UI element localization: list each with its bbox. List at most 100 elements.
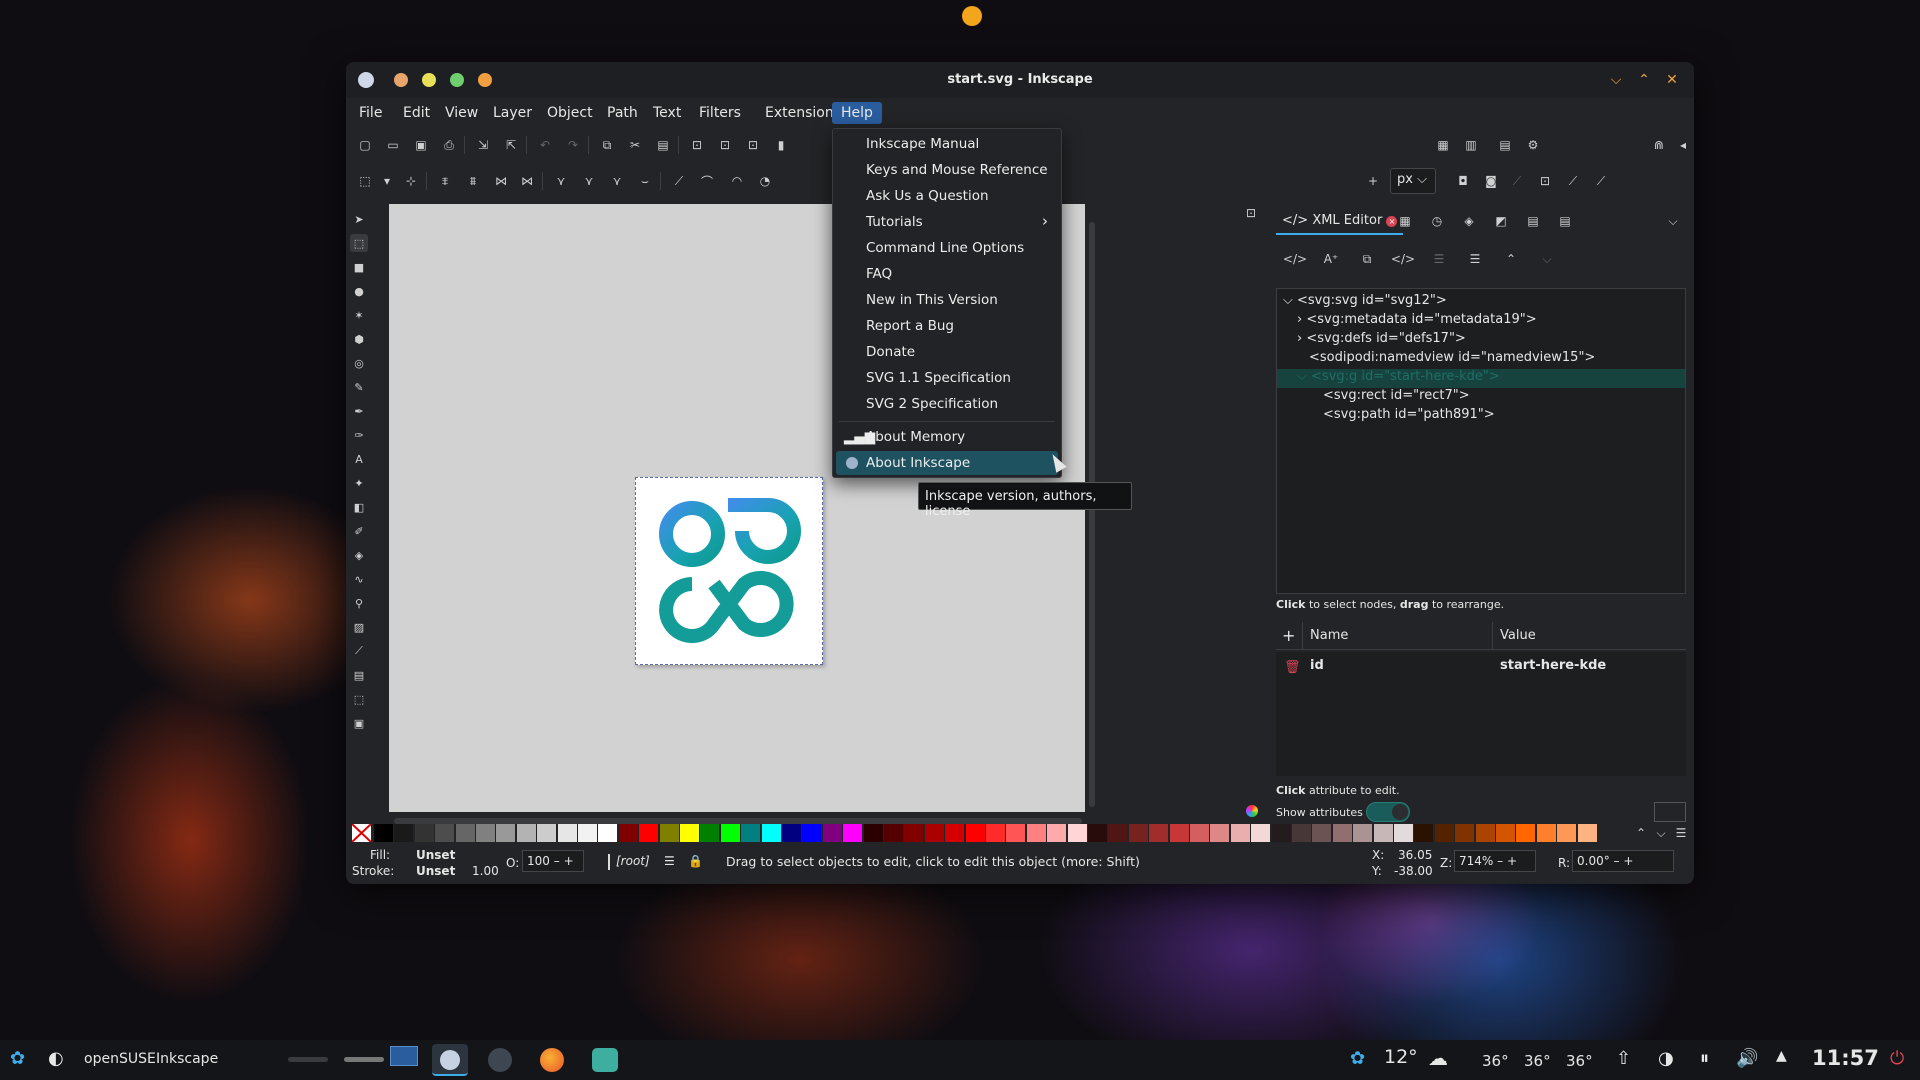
- media-pause-icon[interactable]: ⏸: [1700, 1048, 1709, 1069]
- delete-segment-icon[interactable]: ⋈: [518, 172, 536, 190]
- color-swatch[interactable]: [659, 824, 679, 842]
- color-swatch[interactable]: [1516, 824, 1536, 842]
- menu-item-svg2-spec[interactable]: SVG 2 Specification: [836, 392, 1058, 416]
- color-swatch[interactable]: [1353, 824, 1373, 842]
- color-swatch[interactable]: [476, 824, 495, 842]
- paint-tab-icon[interactable]: ◈: [1460, 212, 1478, 230]
- gradient-tool-icon[interactable]: ▨: [350, 618, 368, 636]
- menu-item-keys-mouse-reference[interactable]: Keys and Mouse Reference: [836, 158, 1058, 182]
- join-segment-icon[interactable]: ⋈: [492, 172, 510, 190]
- minus-icon[interactable]: –: [554, 854, 560, 868]
- color-swatch[interactable]: [1251, 824, 1271, 842]
- cpu-temp-2[interactable]: 36°: [1524, 1052, 1551, 1070]
- pager-desktop-2[interactable]: [344, 1057, 384, 1062]
- lower-node-icon[interactable]: ⌵: [1538, 250, 1556, 268]
- minus-icon[interactable]: –: [1497, 854, 1503, 868]
- clipping-icon[interactable]: ⊡: [1536, 172, 1554, 190]
- updates-icon[interactable]: ⇧: [1616, 1048, 1631, 1069]
- color-swatch[interactable]: [1332, 824, 1352, 842]
- redo-icon[interactable]: ↷: [564, 136, 582, 154]
- color-swatch[interactable]: [945, 824, 965, 842]
- curve-segment-icon[interactable]: ⌒: [698, 172, 716, 190]
- kde-logo-icon[interactable]: [636, 478, 822, 664]
- menu-path[interactable]: Path: [598, 102, 647, 124]
- box3d-tool-icon[interactable]: ⬢: [350, 330, 368, 348]
- color-swatch[interactable]: [680, 824, 699, 842]
- color-management-icon[interactable]: [1246, 805, 1258, 817]
- layers-icon[interactable]: ▤: [1496, 136, 1514, 154]
- preferences-icon[interactable]: ⚙: [1524, 136, 1542, 154]
- cusp-node-icon[interactable]: ⋎: [552, 172, 570, 190]
- edit-clip-icon[interactable]: ⟋: [1564, 172, 1582, 190]
- color-swatch[interactable]: [1434, 824, 1454, 842]
- color-swatch[interactable]: [1128, 824, 1148, 842]
- raise-node-icon[interactable]: ⌃: [1502, 250, 1520, 268]
- color-swatch[interactable]: [700, 824, 720, 842]
- objects-tab-icon[interactable]: ▤: [1524, 212, 1542, 230]
- menu-item-donate[interactable]: Donate: [836, 340, 1058, 364]
- menu-item-inkscape-manual[interactable]: Inkscape Manual: [836, 132, 1058, 156]
- page[interactable]: [635, 477, 823, 665]
- menu-object[interactable]: Object: [538, 102, 602, 124]
- tree-row[interactable]: <svg:path id="path891">: [1277, 407, 1685, 426]
- color-swatch[interactable]: [1149, 824, 1169, 842]
- color-swatch[interactable]: [1006, 824, 1026, 842]
- color-swatch[interactable]: [1271, 824, 1291, 842]
- chevron-down-icon[interactable]: ⌵: [1664, 212, 1682, 230]
- path-outline-icon[interactable]: ⟋: [1508, 172, 1526, 190]
- color-swatch[interactable]: [1067, 824, 1087, 842]
- line-segment-icon[interactable]: ⟋: [670, 172, 688, 190]
- attribute-name[interactable]: id: [1310, 658, 1324, 673]
- join-nodes-icon[interactable]: ⩨: [436, 172, 454, 190]
- menu-item-command-line-options[interactable]: Command Line Options: [836, 236, 1058, 260]
- print-icon[interactable]: ⎙: [440, 136, 458, 154]
- color-swatch[interactable]: [1475, 824, 1495, 842]
- indent-node-icon[interactable]: ☰: [1466, 250, 1484, 268]
- symmetric-node-icon[interactable]: ⋎: [608, 172, 626, 190]
- weather-temperature[interactable]: 12°: [1384, 1046, 1418, 1068]
- color-swatch[interactable]: [1496, 824, 1515, 842]
- color-swatch[interactable]: [496, 824, 516, 842]
- selector-tool-icon[interactable]: ➤: [350, 210, 368, 228]
- current-layer[interactable]: [root]: [616, 854, 650, 868]
- color-swatch[interactable]: [435, 824, 455, 842]
- show-transform-icon[interactable]: ◘: [1454, 172, 1472, 190]
- color-swatch[interactable]: [516, 824, 536, 842]
- color-swatch[interactable]: [1536, 824, 1556, 842]
- opensuse-icon[interactable]: ◐: [48, 1048, 64, 1069]
- color-swatch[interactable]: [720, 824, 740, 842]
- zoom-fit-icon[interactable]: ⊡: [1242, 204, 1260, 222]
- no-paint-swatch-icon[interactable]: [351, 823, 372, 843]
- tree-row-selected[interactable]: ⌵ <svg:g id="start-here-kde">: [1277, 369, 1685, 388]
- color-swatch[interactable]: [618, 824, 638, 842]
- color-swatch[interactable]: [802, 824, 822, 842]
- color-swatch[interactable]: [822, 824, 842, 842]
- menu-item-tutorials[interactable]: Tutorials ›: [836, 210, 1058, 234]
- taskbar-inkscape-button[interactable]: [432, 1044, 468, 1076]
- color-swatch[interactable]: [924, 824, 944, 842]
- clock[interactable]: 11:57: [1812, 1046, 1879, 1070]
- zoom-selection-icon[interactable]: ⊡: [688, 136, 706, 154]
- tree-row[interactable]: <sodipodi:namedview id="namedview15">: [1277, 350, 1685, 369]
- color-swatch[interactable]: [1394, 824, 1413, 842]
- connector-tool-icon[interactable]: ⬚: [350, 690, 368, 708]
- tab-xml-editor[interactable]: </> XML Editor ×: [1276, 208, 1404, 235]
- color-swatch[interactable]: [639, 824, 659, 842]
- document-icon[interactable]: ▮: [772, 136, 790, 154]
- export-icon[interactable]: ⇱: [502, 136, 520, 154]
- menu-help[interactable]: Help: [832, 102, 882, 124]
- zoom-drawing-icon[interactable]: ⊡: [716, 136, 734, 154]
- color-swatch[interactable]: [394, 824, 414, 842]
- pen-tool-icon[interactable]: ✒: [350, 402, 368, 420]
- color-swatch[interactable]: [455, 824, 475, 842]
- pager-desktop-3[interactable]: [390, 1046, 418, 1066]
- color-swatch[interactable]: [537, 824, 557, 842]
- undo-icon[interactable]: ↶: [536, 136, 554, 154]
- chevron-down-icon[interactable]: ▾: [378, 172, 396, 190]
- color-swatch[interactable]: [557, 824, 577, 842]
- system-settings-icon[interactable]: [488, 1048, 512, 1072]
- calligraphy-tool-icon[interactable]: ✑: [350, 426, 368, 444]
- menu-item-faq[interactable]: FAQ: [836, 262, 1058, 286]
- night-color-icon[interactable]: ◑: [1658, 1048, 1674, 1069]
- menu-file[interactable]: File: [350, 102, 391, 124]
